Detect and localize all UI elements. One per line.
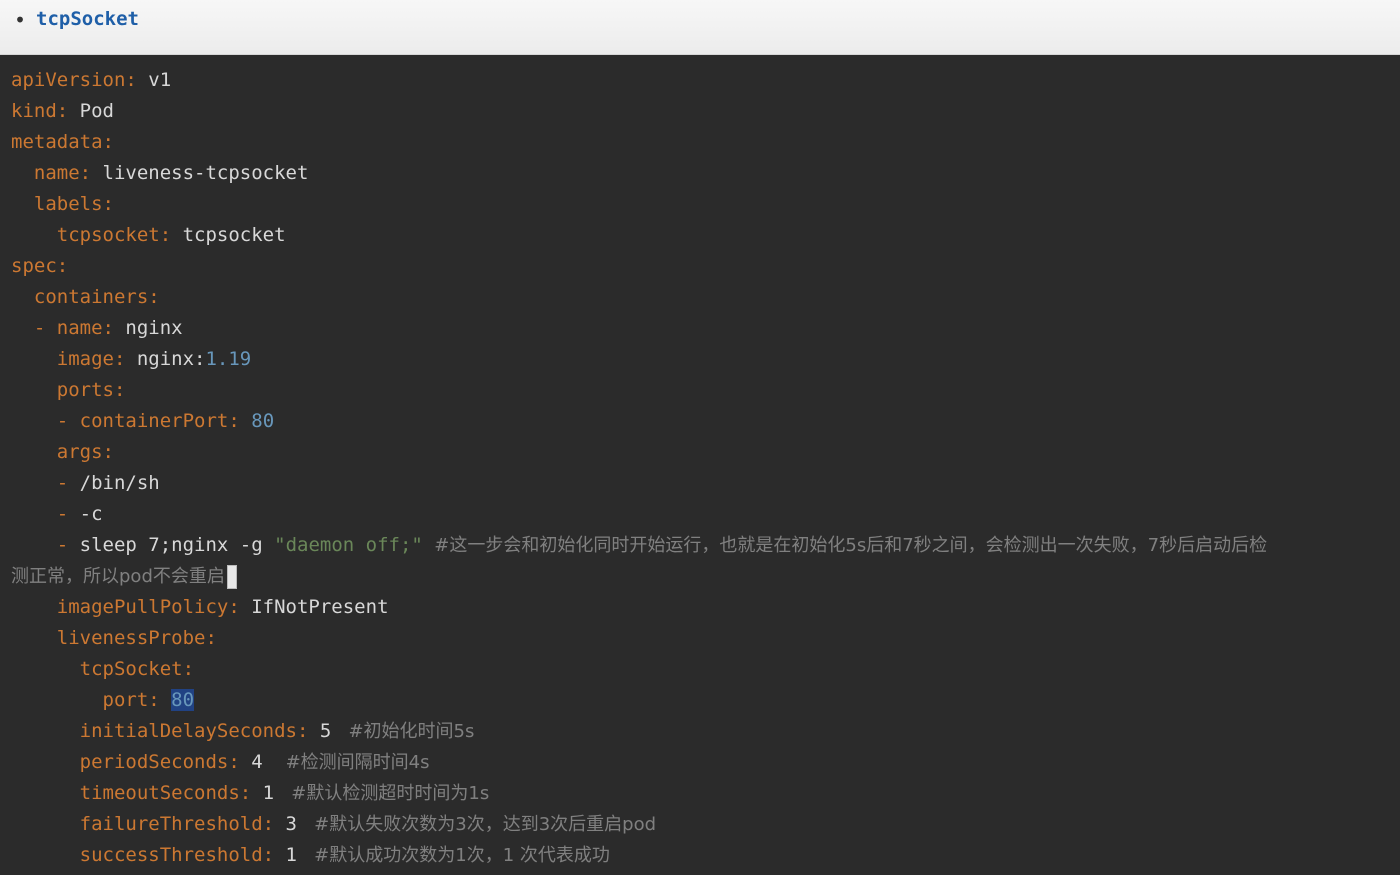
code-line: initialDelaySeconds: 5 #初始化时间5s bbox=[79, 720, 475, 742]
code-line: - name: nginx bbox=[33, 317, 183, 339]
bullet-icon: • bbox=[14, 8, 27, 32]
code-line: spec: bbox=[11, 255, 69, 277]
section-title: tcpSocket bbox=[36, 8, 139, 30]
code-line: metadata: bbox=[11, 131, 114, 153]
code-line: imagePullPolicy: IfNotPresent bbox=[56, 596, 389, 618]
code-line: - sleep 7;nginx -g "daemon off;" #这一步会和初… bbox=[56, 534, 1268, 556]
code-line: args: bbox=[56, 441, 114, 463]
selected-text[interactable]: 80 bbox=[171, 689, 195, 711]
code-line: - -c bbox=[56, 503, 103, 525]
code-line: tcpSocket: bbox=[79, 658, 195, 680]
code-line: ports: bbox=[56, 379, 126, 401]
code-line: kind: Pod bbox=[11, 100, 114, 122]
code-block[interactable]: apiVersion: v1 kind: Pod metadata: name:… bbox=[0, 55, 1400, 875]
code-line: apiVersion: v1 bbox=[11, 69, 172, 91]
section-header: • tcpSocket bbox=[0, 0, 1400, 55]
code-line: image: nginx:1.19 bbox=[56, 348, 252, 370]
code-line: periodSeconds: 4 #检测间隔时间4s bbox=[79, 751, 430, 773]
code-line: containers: bbox=[33, 286, 160, 308]
code-line: failureThreshold: 3 #默认失败次数为3次，达到3次后重启po… bbox=[79, 813, 657, 835]
code-line: name: liveness-tcpsocket bbox=[33, 162, 309, 184]
code-line: tcpsocket: tcpsocket bbox=[56, 224, 286, 246]
code-line: - containerPort: 80 bbox=[56, 410, 275, 432]
code-line: - /bin/sh bbox=[56, 472, 160, 494]
code-line: port: 80 bbox=[102, 689, 195, 711]
code-line: livenessProbe: bbox=[56, 627, 217, 649]
code-line: labels: bbox=[33, 193, 114, 215]
code-line: successThreshold: 1 #默认成功次数为1次，1 次代表成功 bbox=[79, 844, 610, 866]
text-cursor-icon bbox=[226, 564, 237, 589]
code-line: 测正常，所以pod不会重启 bbox=[11, 561, 237, 591]
code-line: timeoutSeconds: 1 #默认检测超时时间为1s bbox=[79, 782, 490, 804]
